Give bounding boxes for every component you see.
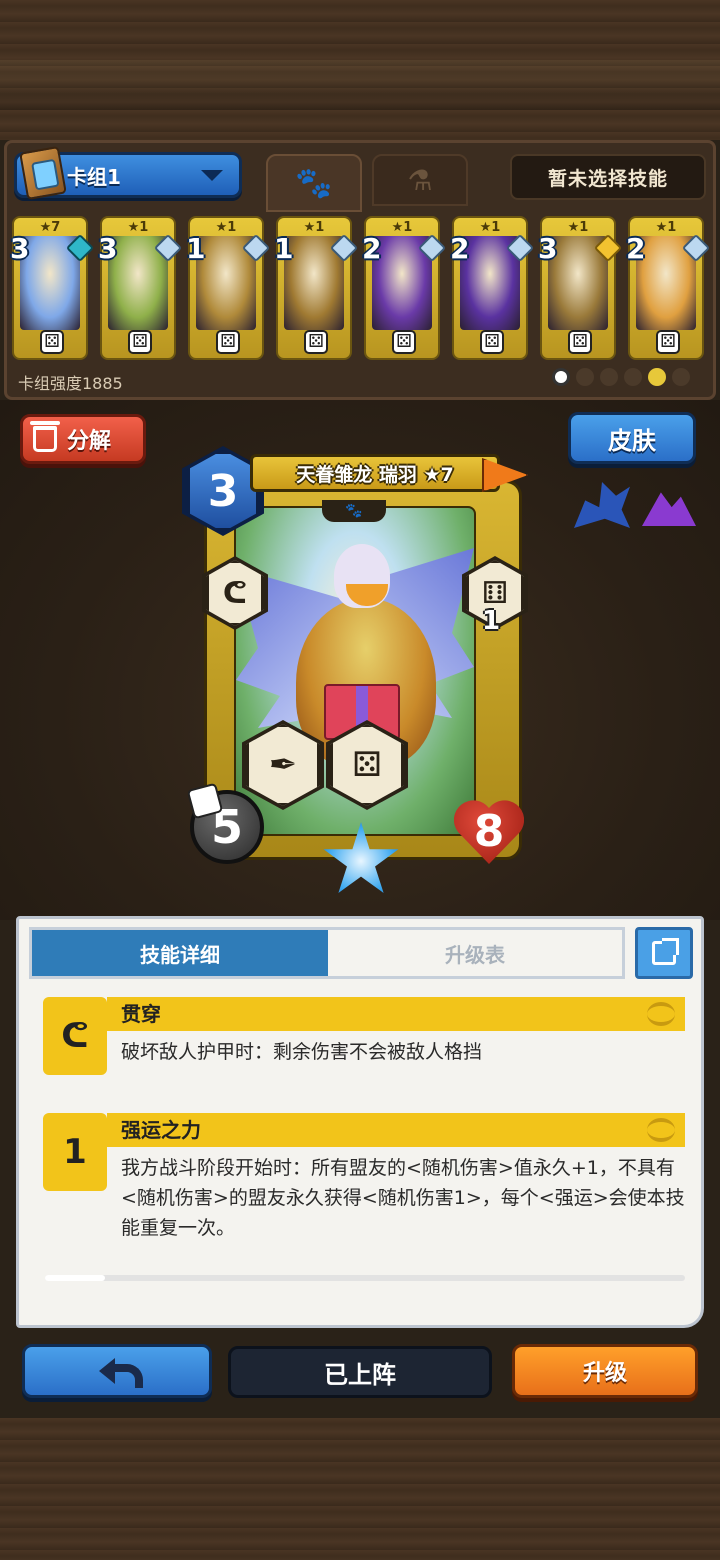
- deployed-button[interactable]: 已上阵: [228, 1346, 492, 1398]
- deck-cards-row: ★7 3 ⚄ ★1 3 ⚄ ★1 1 ⚄ ★1 1 ⚄ ★1 2 ⚄ ★1 2 ⚄ ★1 3 ⚄ ★1 2 ⚄: [10, 216, 711, 362]
- card-level: 2: [450, 232, 470, 265]
- card-level: 2: [362, 232, 382, 265]
- dice-icon: ⚄: [392, 330, 416, 354]
- skill-select-button[interactable]: 暂未选择技能: [510, 154, 706, 200]
- deck-card[interactable]: ★1 2 ⚄: [626, 216, 711, 360]
- top-wood-banner: [0, 0, 720, 140]
- deck-card[interactable]: ★1 1 ⚄: [186, 216, 271, 360]
- filter-icon[interactable]: [672, 368, 690, 386]
- skill-icon-number: 1: [63, 1132, 87, 1172]
- decompose-button[interactable]: 分解: [20, 414, 146, 464]
- tornado-icon: [647, 1118, 675, 1142]
- deck-card[interactable]: ★1 3 ⚄: [98, 216, 183, 360]
- skill-detail-panel: 技能详细 升级表 ᕦ 贯穿 破坏敌人护甲时：剩余伤害不会被敌人格挡 1 强运之力…: [16, 916, 704, 1328]
- card-level: 1: [186, 232, 206, 265]
- back-arrow-icon: [99, 1358, 143, 1388]
- hero-card: 🐾 3 天眷雏龙 瑞羽 ★7 ᕦ ⚅ 1 ✒ ⚄ 5 8: [182, 446, 528, 893]
- tab-minions[interactable]: 🐾: [266, 154, 362, 212]
- paw-icon: 🐾: [322, 500, 386, 522]
- scrollbar-thumb[interactable]: [45, 1275, 105, 1281]
- tab-upgrade-table[interactable]: 升级表: [328, 930, 622, 976]
- back-button[interactable]: [22, 1344, 212, 1398]
- filter-all-icon[interactable]: [552, 368, 570, 386]
- upgrade-button[interactable]: 升级: [512, 1344, 698, 1398]
- trash-icon: [30, 421, 60, 452]
- chevron-down-icon: [201, 170, 223, 181]
- card-name: 天眷雏龙 瑞羽 ★7: [250, 454, 500, 492]
- decompose-label: 分解: [67, 429, 112, 454]
- scrollbar[interactable]: [45, 1275, 685, 1281]
- deck-card[interactable]: ★1 3 ⚄: [538, 216, 623, 360]
- card-level: 3: [98, 232, 118, 265]
- potion-icon: ⚗: [407, 163, 433, 197]
- skill-name-text: 强运之力: [121, 1118, 201, 1142]
- card-level: 2: [626, 232, 646, 265]
- dice-icon: ⚄: [128, 330, 152, 354]
- tornado-icon: [647, 1002, 675, 1026]
- deck-strength: 卡组强度1885: [18, 374, 123, 393]
- skill-entry: ᕦ 贯穿 破坏敌人护甲时：剩余伤害不会被敌人格挡: [43, 997, 685, 1077]
- detail-tab-bar: 技能详细 升级表: [29, 927, 625, 979]
- dice-icon: ⚄: [304, 330, 328, 354]
- skin-button[interactable]: 皮肤: [568, 412, 696, 464]
- filter-icon[interactable]: [576, 368, 594, 386]
- skill-description: 破坏敌人护甲时：剩余伤害不会被敌人格挡: [121, 1041, 483, 1063]
- skill-name: 强运之力: [107, 1113, 685, 1147]
- dice-icon: ⚄: [216, 330, 240, 354]
- deck-card[interactable]: ★1 1 ⚄: [274, 216, 359, 360]
- deck-book-icon: [19, 145, 67, 201]
- hook-icon: ᕦ: [43, 997, 107, 1075]
- bottom-wood-banner: [0, 1418, 720, 1560]
- deck-selector[interactable]: 卡组1: [14, 145, 242, 201]
- external-link-icon: [652, 938, 679, 965]
- deck-card[interactable]: ★1 2 ⚄: [450, 216, 535, 360]
- luck-bonus: 1: [482, 606, 501, 636]
- dice-icon: ⚄: [568, 330, 592, 354]
- dice-icon: ⚄: [656, 330, 680, 354]
- filter-icon[interactable]: [624, 368, 642, 386]
- tab-spells[interactable]: ⚗: [372, 154, 468, 206]
- card-level: 3: [10, 232, 30, 265]
- tab-skill-detail[interactable]: 技能详细: [32, 930, 328, 976]
- skill-name: 贯穿: [107, 997, 685, 1031]
- skill-description: 我方战斗阶段开始时：所有盟友的<随机伤害>值永久+1，不具有<随机伤害>的盟友永…: [121, 1157, 685, 1239]
- card-level: 3: [538, 232, 558, 265]
- filter-tornado-icon[interactable]: [648, 368, 666, 386]
- popout-button[interactable]: [635, 927, 693, 979]
- skill-name-text: 贯穿: [121, 1002, 161, 1026]
- deck-filter-icons: [552, 368, 690, 386]
- paw-icon: 🐾: [295, 165, 333, 201]
- filter-icon[interactable]: [600, 368, 618, 386]
- dice-icon: ⚄: [480, 330, 504, 354]
- card-level: 1: [274, 232, 294, 265]
- skill-entry: 1 强运之力 我方战斗阶段开始时：所有盟友的<随机伤害>值永久+1，不具有<随机…: [43, 1113, 685, 1253]
- deck-card[interactable]: ★7 3 ⚄: [10, 216, 95, 360]
- deck-name: 卡组1: [67, 165, 121, 189]
- dice-icon: ⚄: [40, 330, 64, 354]
- dice-plus-icon: 1: [43, 1113, 107, 1191]
- deck-card[interactable]: ★1 2 ⚄: [362, 216, 447, 360]
